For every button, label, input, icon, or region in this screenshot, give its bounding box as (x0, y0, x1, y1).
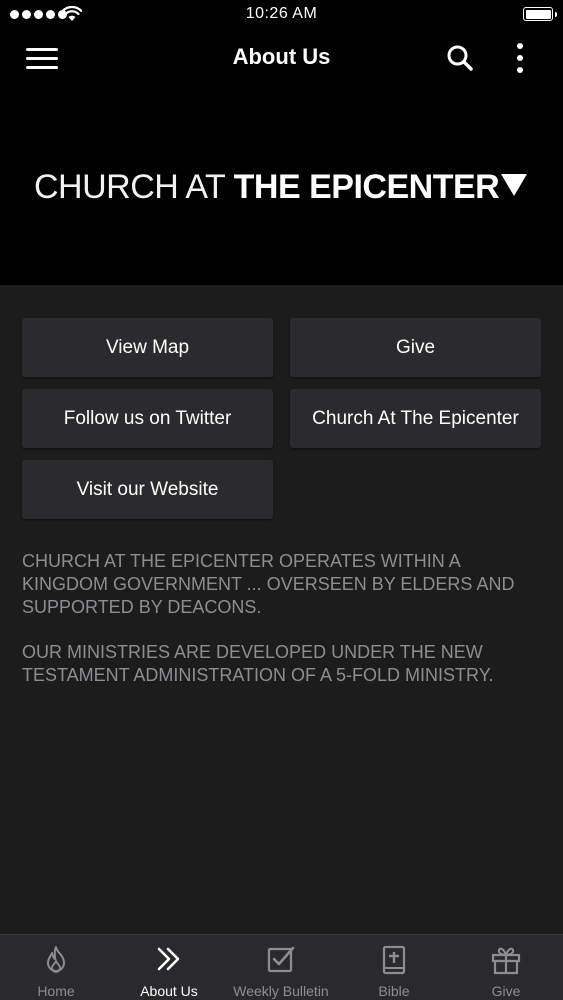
flame-icon (47, 946, 65, 973)
description-paragraph-2: OUR MINISTRIES ARE DEVELOPED UNDER THE N… (22, 642, 494, 685)
tab-label: Home (37, 983, 75, 999)
tab-about-us[interactable]: About Us (113, 935, 225, 1000)
status-bar: 10:26 AM (0, 0, 563, 30)
more-options-icon[interactable] (508, 42, 532, 74)
double-chevron-right-icon (157, 947, 180, 971)
give-button[interactable]: Give (290, 318, 541, 377)
battery-icon (523, 7, 557, 21)
banner: CHURCH AT THE EPICENTER (0, 86, 563, 285)
navigation-bar: About Us (0, 30, 563, 86)
logo-text-bold: THE EPICENTER (233, 168, 500, 206)
about-us-screen: 10:26 AM About Us CHURCH AT THE EPICENTE… (0, 0, 563, 1000)
view-map-button[interactable]: View Map (22, 318, 273, 377)
church-facebook-button[interactable]: Church At The Epicenter (290, 389, 541, 448)
tab-label: About Us (140, 983, 198, 999)
status-time: 10:26 AM (245, 5, 318, 22)
follow-twitter-button[interactable]: Follow us on Twitter (22, 389, 273, 448)
page-title: About Us (232, 44, 331, 69)
tab-weekly-bulletin[interactable]: Weekly Bulletin (225, 935, 337, 1000)
tab-label: Give (491, 983, 521, 999)
triangle-down-icon (501, 174, 528, 196)
visit-website-button[interactable]: Visit our Website (22, 460, 273, 519)
tab-bible[interactable]: Bible (338, 935, 450, 1000)
tab-home[interactable]: Home (0, 935, 112, 1000)
search-icon[interactable] (446, 44, 474, 72)
book-plus-icon (382, 945, 406, 975)
tab-label: Weekly Bulletin (233, 983, 329, 999)
gift-icon (491, 947, 521, 975)
tab-label: Bible (378, 983, 410, 999)
tab-give[interactable]: Give (450, 935, 562, 1000)
description-paragraph-1: CHURCH AT THE EPICENTER OPERATES WITHIN … (22, 551, 515, 617)
checkbox-icon (267, 946, 295, 973)
tab-bar: Home About Us Weekly Bulletin Bible Give (0, 934, 563, 1000)
logo-text-thin: CHURCH AT (34, 168, 234, 206)
church-logo: CHURCH AT THE EPICENTER (34, 168, 528, 207)
